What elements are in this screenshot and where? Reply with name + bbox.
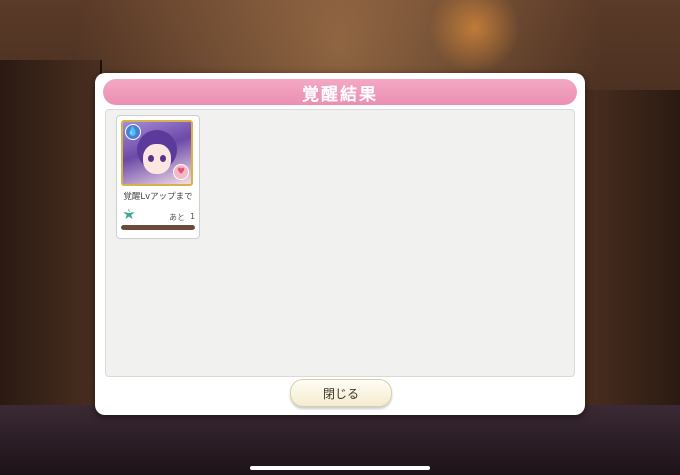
- progress-fill: [121, 225, 195, 230]
- chandelier-glow: [420, 0, 530, 70]
- bookshelf-right: [578, 90, 680, 410]
- star-level: 2: [126, 207, 132, 215]
- awaken-level-up-label: 覚醒Lvアップまで: [123, 192, 193, 202]
- unit-card[interactable]: 💧 ♥ 覚醒Lvアップまで ★ 2 あと 1: [116, 115, 200, 239]
- floor-rug: [0, 405, 680, 475]
- bookshelf-left: [0, 60, 102, 420]
- portrait-eye-left: [148, 155, 154, 162]
- portrait-eye-right: [160, 155, 166, 162]
- character-portrait: 💧 ♥: [121, 120, 193, 186]
- remaining-value: 1: [190, 212, 196, 221]
- remaining-label: あと: [169, 213, 185, 222]
- result-list-area: 💧 ♥ 覚醒Lvアップまで ★ 2 あと 1: [105, 109, 575, 377]
- awakening-result-dialog: 覚醒結果 💧 ♥ 覚醒Lvアップまで ★ 2 あと 1 閉じる: [95, 73, 585, 415]
- heart-icon: ♥: [173, 164, 189, 180]
- dialog-title: 覚醒結果: [302, 84, 378, 105]
- progress-bar: [121, 225, 195, 230]
- home-indicator[interactable]: [250, 466, 430, 470]
- close-button[interactable]: 閉じる: [290, 379, 392, 407]
- water-drop-icon: 💧: [125, 124, 141, 140]
- dialog-title-bar: 覚醒結果: [103, 79, 577, 105]
